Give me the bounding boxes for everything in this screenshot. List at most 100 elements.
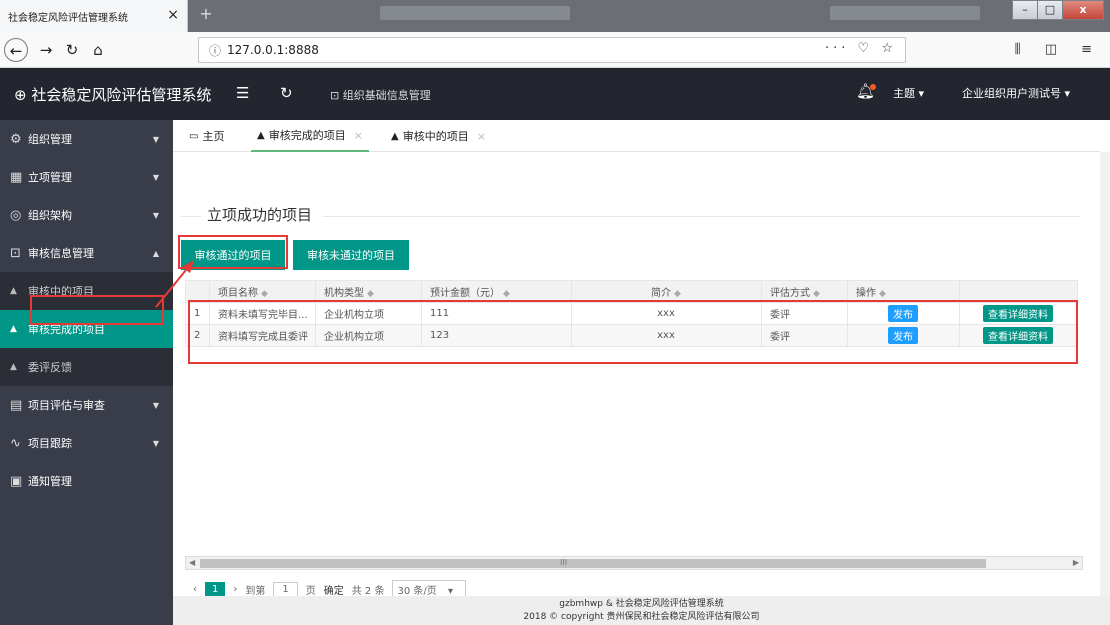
info-icon[interactable]: ⓘ (209, 42, 221, 59)
caret-down-icon: ▼ (152, 210, 159, 220)
close-tab-icon[interactable]: × (354, 129, 363, 142)
browser-tab[interactable]: 社会稳定风险评估管理系统 × (0, 0, 188, 32)
sidebar-item-label: 项目跟踪 (28, 437, 72, 450)
gear-icon: ⚙ (10, 131, 22, 147)
sidebar-item-review[interactable]: ⊡ 审核信息管理 ▲ (0, 234, 173, 272)
sidebar-item-label: 委评反馈 (28, 361, 72, 374)
close-tab-icon[interactable]: × (167, 7, 179, 23)
sidebar-item-project[interactable]: ▦ 立项管理 ▼ (0, 158, 173, 196)
horizontal-scrollbar[interactable]: ◀ III ▶ (185, 556, 1083, 570)
monitor-icon: ▭ (189, 130, 199, 142)
sidebar-item-label: 通知管理 (28, 475, 72, 488)
grid-icon: ▦ (10, 169, 23, 185)
annotation-arrow (155, 260, 194, 308)
notice-icon: ▣ (10, 473, 23, 489)
browser-tab-title: 社会稳定风险评估管理系统 (8, 12, 128, 24)
prev-page-icon[interactable]: ‹ (193, 584, 197, 595)
sort-icon: ◆ (503, 289, 510, 299)
scroll-right-icon[interactable]: ▶ (1073, 557, 1079, 569)
arrow-head (182, 260, 194, 273)
total-count: 共 2 条 (351, 585, 385, 597)
blurred-tab (830, 6, 980, 20)
scroll-grip: III (560, 558, 568, 567)
theme-menu[interactable]: 主题 ▾ (893, 85, 924, 101)
dropdown-icon: ▾ (447, 585, 453, 597)
page-tabs: ▭ 主页 ▲ 审核完成的项目 × ▲ 审核中的项目 × (173, 120, 1100, 152)
highlight-box-sidebar (30, 295, 164, 325)
notification-dot (870, 84, 876, 90)
home-icon[interactable]: ⌂ (86, 38, 110, 62)
page-1-button[interactable]: 1 (205, 581, 226, 597)
sidebar-item-label: 组织管理 (28, 133, 72, 146)
footer: gzbmhwp & 社会稳定风险评估管理系统 2018 © copyright … (173, 596, 1110, 625)
confirm-button[interactable]: 确定 (324, 582, 344, 597)
scrollbar-thumb[interactable] (200, 559, 986, 568)
library-icon[interactable]: ⫼ ◫ ≡ (1015, 42, 1102, 57)
sort-icon: ◆ (813, 289, 820, 299)
sort-icon: ◆ (879, 289, 886, 299)
page-size-value: 30 条/页 (397, 585, 437, 597)
url-bar[interactable]: ⓘ 127.0.0.1:8888 ··· ♡ ☆ (198, 37, 906, 63)
main-content: 立项成功的项目 审核通过的项目 审核未通过的项目 项目名称 ◆ 机构类型 ◆ 预计金… (173, 152, 1100, 599)
header-nav-link[interactable]: ⊡ 组织基础信息管理 (330, 87, 431, 103)
bookmark-icon: ▲ (10, 324, 17, 334)
highlight-box-table (188, 300, 1078, 364)
page-unit-label: 页 (305, 585, 316, 597)
bookmark-icon: ▲ (10, 362, 17, 372)
sidebar-item-label: 项目评估与审查 (28, 399, 105, 412)
sidebar-item-assessment[interactable]: ▤ 项目评估与审查 ▼ (0, 386, 173, 424)
tab-reviewing[interactable]: ▲ 审核中的项目 × (391, 120, 486, 152)
back-arrow-icon[interactable]: ← (4, 38, 28, 62)
cube-icon: ◎ (10, 207, 22, 223)
sort-icon: ◆ (367, 289, 374, 299)
sidebar-item-notice[interactable]: ▣ 通知管理 (0, 462, 173, 500)
document-icon: ▤ (10, 397, 23, 413)
page-actions-icon[interactable]: ··· ♡ ☆ (825, 41, 897, 56)
caret-down-icon: ▼ (152, 438, 159, 448)
close-tab-icon[interactable]: × (477, 130, 486, 143)
sidebar: ⚙ 组织管理 ▼ ▦ 立项管理 ▼ ◎ 组织架构 ▼ ⊡ 审核信息管理 ▲ ▲ … (0, 120, 173, 625)
sidebar-item-tracking[interactable]: ∿ 项目跟踪 ▼ (0, 424, 173, 462)
next-page-icon[interactable]: › (233, 584, 237, 595)
scroll-left-icon[interactable]: ◀ (189, 557, 195, 569)
goto-label: 到第 (245, 585, 266, 597)
blurred-tab (380, 6, 570, 20)
goto-page-input[interactable]: 1 (273, 581, 298, 597)
sidebar-sub-feedback[interactable]: ▲ 委评反馈 (0, 348, 173, 386)
url-text: 127.0.0.1:8888 (227, 43, 319, 57)
window-controls: – □ x (1012, 0, 1104, 22)
app-header: ⊕ 社会稳定风险评估管理系统 ☰ ↻ ⊡ 组织基础信息管理 🔔︎ 主题 ▾ 企业… (0, 68, 1110, 120)
minimize-icon[interactable]: – (1012, 0, 1038, 20)
legend-line (323, 216, 1080, 217)
tab-reviewed[interactable]: ▲ 审核完成的项目 × (251, 120, 369, 152)
menu-toggle-icon[interactable]: ☰ (236, 84, 249, 102)
group-icon: ⊡ (10, 245, 21, 261)
caret-down-icon: ▼ (152, 172, 159, 182)
pulse-icon: ∿ (10, 435, 21, 451)
bookmark-icon: ▲ (10, 286, 17, 296)
sidebar-item-label: 组织架构 (28, 209, 72, 222)
refresh-icon[interactable]: ↻ (280, 84, 293, 102)
maximize-icon[interactable]: □ (1037, 0, 1063, 20)
failed-projects-button[interactable]: 审核未通过的项目 (293, 240, 409, 270)
vertical-scrollbar[interactable] (1100, 152, 1110, 596)
sort-icon: ◆ (674, 289, 681, 299)
bookmark-icon: ▲ (257, 129, 265, 141)
tab-home[interactable]: ▭ 主页 (189, 120, 224, 152)
user-menu[interactable]: 企业组织用户测试号 ▾ (962, 85, 1070, 101)
footer-line-1: gzbmhwp & 社会稳定风险评估管理系统 (559, 599, 724, 609)
window-close-icon[interactable]: x (1062, 0, 1104, 20)
tab-label: 主页 (202, 130, 225, 143)
browser-navbar: ← → ↻ ⌂ ⓘ 127.0.0.1:8888 ··· ♡ ☆ ⫼ ◫ ≡ (0, 32, 1110, 68)
sidebar-item-label: 审核信息管理 (28, 247, 94, 260)
browser-tab-strip: 社会稳定风险评估管理系统 × + – □ x (0, 0, 1110, 32)
forward-arrow-icon[interactable]: → (34, 38, 58, 62)
sidebar-item-structure[interactable]: ◎ 组织架构 ▼ (0, 196, 173, 234)
arrow-shaft (155, 264, 191, 308)
footer-copyright: 2018 © copyright 贵州保民和社会稳定风险评估有限公司 (523, 612, 760, 622)
legend-line (181, 216, 201, 217)
reload-icon[interactable]: ↻ (60, 38, 84, 62)
sidebar-item-org[interactable]: ⚙ 组织管理 ▼ (0, 120, 173, 158)
sort-icon: ◆ (261, 289, 268, 299)
new-tab-icon[interactable]: + (196, 4, 216, 24)
